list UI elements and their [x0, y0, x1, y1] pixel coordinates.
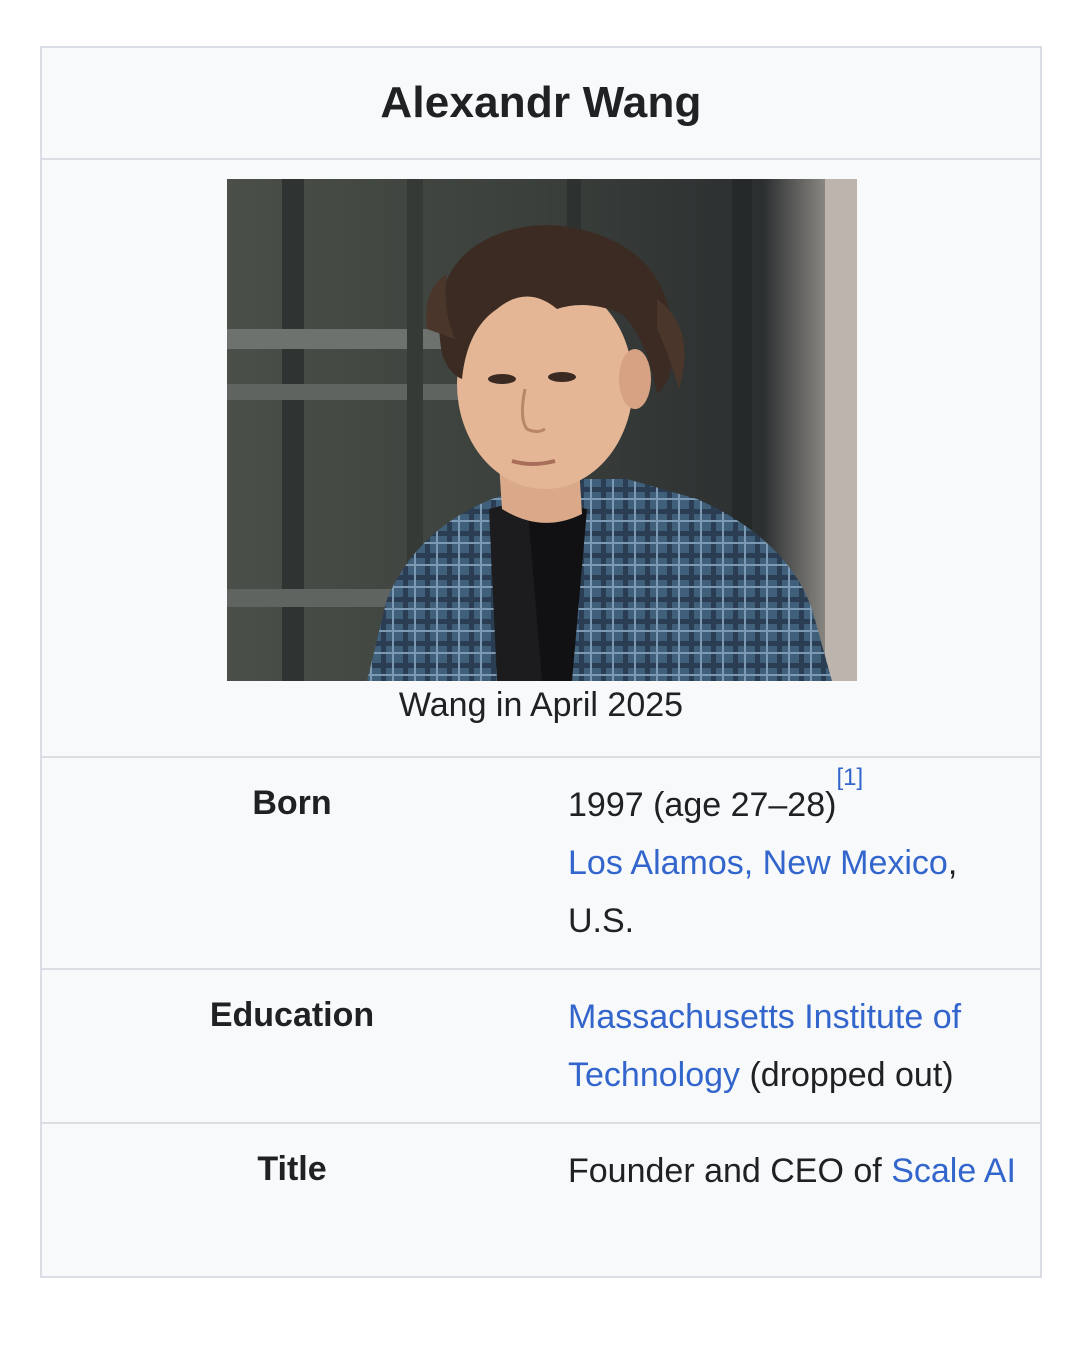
birth-country: U.S.: [568, 902, 635, 940]
title-value: Founder and CEO of Scale AI: [542, 1124, 1040, 1276]
infobox-image-row: Wang in April 2025: [42, 160, 1040, 758]
infobox-row-born: Born 1997 (age 27–28)[1] Los Alamos, New…: [42, 758, 1040, 970]
portrait-photo[interactable]: [227, 179, 857, 681]
education-value: Massachusetts Institute of Technology (d…: [542, 970, 1040, 1122]
infobox-row-education: Education Massachusetts Institute of Tec…: [42, 970, 1040, 1124]
infobox-title: Alexandr Wang: [42, 48, 1040, 160]
born-label: Born: [252, 784, 332, 822]
birthplace-separator: ,: [947, 844, 958, 882]
title-text: Founder and CEO of: [568, 1152, 892, 1190]
title-label: Title: [257, 1150, 327, 1188]
born-value: 1997 (age 27–28)[1] Los Alamos, New Mexi…: [542, 758, 1040, 968]
image-caption: Wang in April 2025: [398, 686, 684, 724]
infobox-row-title: Title Founder and CEO of Scale AI: [42, 1124, 1040, 1276]
infobox: Alexandr Wang Wang in April 2025 Born 19…: [40, 46, 1042, 1278]
reference-link[interactable]: [1]: [836, 764, 863, 791]
company-link[interactable]: Scale AI: [891, 1152, 1016, 1190]
birth-date: 1997 (age 27–28): [568, 786, 837, 824]
education-label: Education: [209, 996, 375, 1034]
education-note: (dropped out): [740, 1056, 954, 1094]
birthplace-link[interactable]: Los Alamos, New Mexico: [568, 844, 948, 882]
